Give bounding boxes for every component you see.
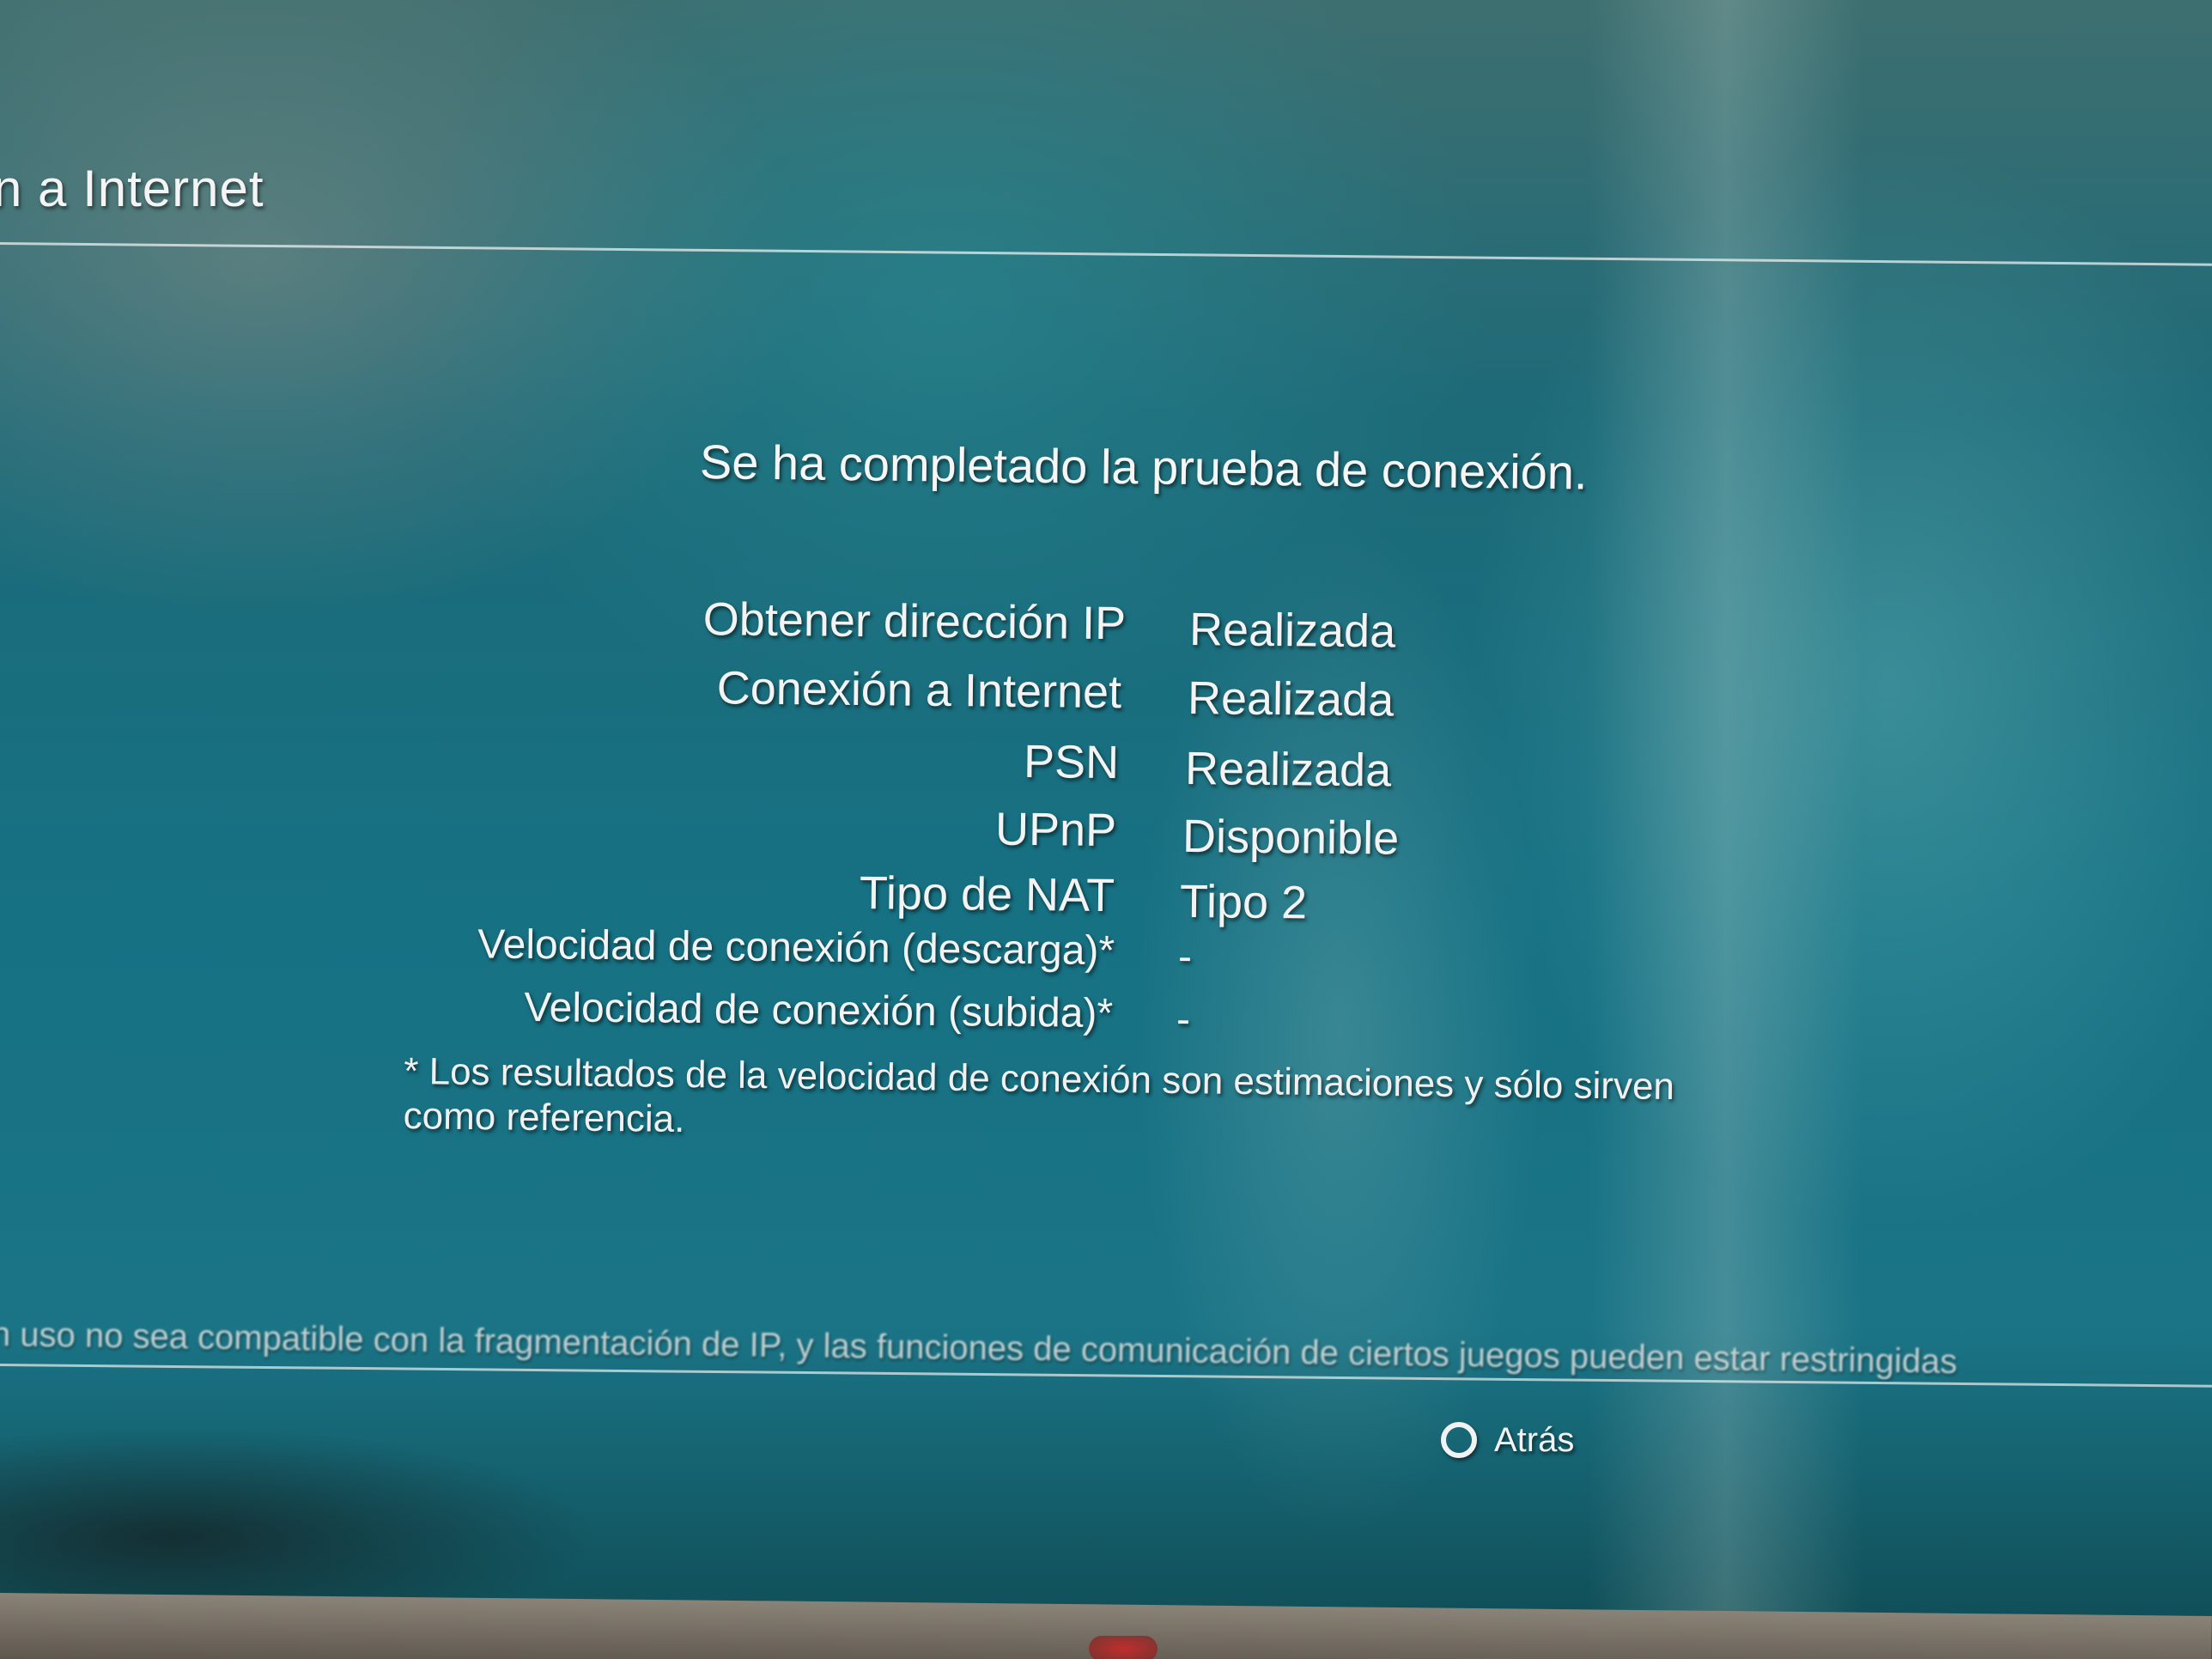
result-label: PSN <box>1023 735 1120 789</box>
speed-footnote: * Los resultados de la velocidad de cone… <box>403 1049 1949 1158</box>
result-value: Realizada <box>1184 742 1392 797</box>
result-value: Realizada <box>1188 604 1396 658</box>
result-label: Obtener dirección IP <box>702 593 1127 650</box>
result-value: Tipo 2 <box>1179 875 1308 929</box>
result-label: Tipo de NAT <box>859 866 1115 922</box>
result-value: - <box>1177 933 1193 981</box>
result-label: Velocidad de conexión (descarga)* <box>477 921 1115 975</box>
result-value: Realizada <box>1187 672 1395 726</box>
back-button[interactable]: Atrás <box>1441 1419 1574 1462</box>
tv-logo <box>1089 1636 1158 1659</box>
result-label: Velocidad de conexión (subida)* <box>524 984 1114 1037</box>
result-label: Conexión a Internet <box>716 662 1122 719</box>
result-value: - <box>1176 996 1191 1043</box>
result-label: UPnP <box>994 803 1117 857</box>
screen-shadow <box>0 1425 601 1614</box>
test-results-list: Obtener dirección IP Realizada Conexión … <box>0 0 2212 1659</box>
circle-button-icon <box>1441 1422 1477 1458</box>
back-label: Atrás <box>1494 1420 1575 1459</box>
result-value: Disponible <box>1182 810 1400 865</box>
ps3-screen: n a Internet Se ha completado la prueba … <box>0 0 2212 1659</box>
